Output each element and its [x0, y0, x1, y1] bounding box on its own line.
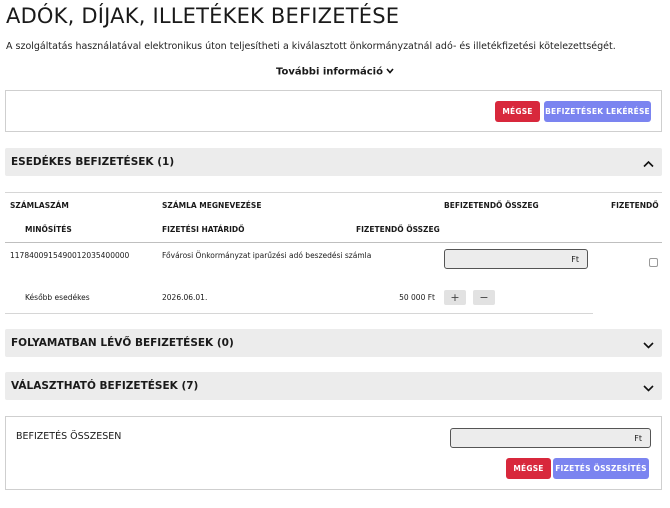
- chevron-up-icon: [643, 153, 654, 172]
- divider: [5, 192, 662, 193]
- col-header-payable: FIZETENDŐ: [611, 201, 659, 210]
- total-label: BEFIZETÉS ÖSSZESEN: [16, 431, 122, 442]
- page-title: ADÓK, DÍJAK, ILLETÉKEK BEFIZETÉSE: [6, 4, 400, 28]
- increase-button[interactable]: +: [444, 290, 466, 305]
- due-payments-section-header[interactable]: ESEDÉKES BEFIZETÉSEK (1): [5, 148, 662, 176]
- page-subtitle: A szolgáltatás használatával elektroniku…: [6, 41, 616, 52]
- chevron-down-icon: [386, 66, 394, 77]
- col-header-payment-deadline: FIZETÉSI HATÁRIDŐ: [162, 225, 245, 234]
- cancel-button[interactable]: MÉGSE: [506, 458, 551, 479]
- section-title: ESEDÉKES BEFIZETÉSEK (1): [11, 156, 175, 168]
- divider: [5, 242, 662, 243]
- pay-checkbox[interactable]: [649, 258, 658, 267]
- cancel-button[interactable]: MÉGSE: [495, 101, 540, 122]
- total-amount-input[interactable]: Ft: [450, 428, 651, 448]
- divider: [5, 313, 593, 314]
- payable-amount-value: 50 000 Ft: [399, 293, 435, 302]
- account-number: 11784009154900120354000​00: [10, 251, 130, 260]
- chevron-down-icon: [643, 377, 654, 396]
- more-info-label: További információ: [276, 66, 383, 78]
- section-title: VÁLASZTHATÓ BEFIZETÉSEK (7): [11, 380, 199, 392]
- col-header-qualification: MINŐSÍTÉS: [25, 225, 72, 234]
- section-title: FOLYAMATBAN LÉVŐ BEFIZETÉSEK (0): [11, 337, 234, 349]
- col-header-payable-amount: FIZETENDŐ ÖSSZEG: [356, 225, 440, 234]
- fetch-payments-button[interactable]: BEFIZETÉSEK LEKÉRÉSE: [544, 101, 651, 122]
- total-panel: BEFIZETÉS ÖSSZESEN Ft MÉGSE FIZETÉS ÖSSZ…: [5, 416, 662, 490]
- more-info-toggle[interactable]: További információ: [0, 66, 670, 78]
- col-header-account-number: SZÁMLASZÁM: [10, 201, 69, 210]
- col-header-amount-to-pay: BEFIZETENDŐ ÖSSZEG: [444, 201, 539, 210]
- decrease-button[interactable]: −: [473, 290, 495, 305]
- fetch-panel: MÉGSE BEFIZETÉSEK LEKÉRÉSE: [5, 90, 662, 132]
- amount-input[interactable]: Ft: [444, 249, 588, 269]
- account-name: Fővárosi Önkormányzat iparűzési adó besz…: [162, 251, 372, 260]
- in-progress-section-header[interactable]: FOLYAMATBAN LÉVŐ BEFIZETÉSEK (0): [5, 329, 662, 357]
- deadline-value: 2026.06.01.: [162, 293, 208, 302]
- qualification-value: Később esedékes: [25, 293, 90, 302]
- payment-summary-button[interactable]: FIZETÉS ÖSSZESÍTÉS: [553, 458, 649, 479]
- col-header-account-name: SZÁMLA MEGNEVEZÉSE: [162, 201, 262, 210]
- chevron-down-icon: [643, 334, 654, 353]
- selectable-section-header[interactable]: VÁLASZTHATÓ BEFIZETÉSEK (7): [5, 372, 662, 400]
